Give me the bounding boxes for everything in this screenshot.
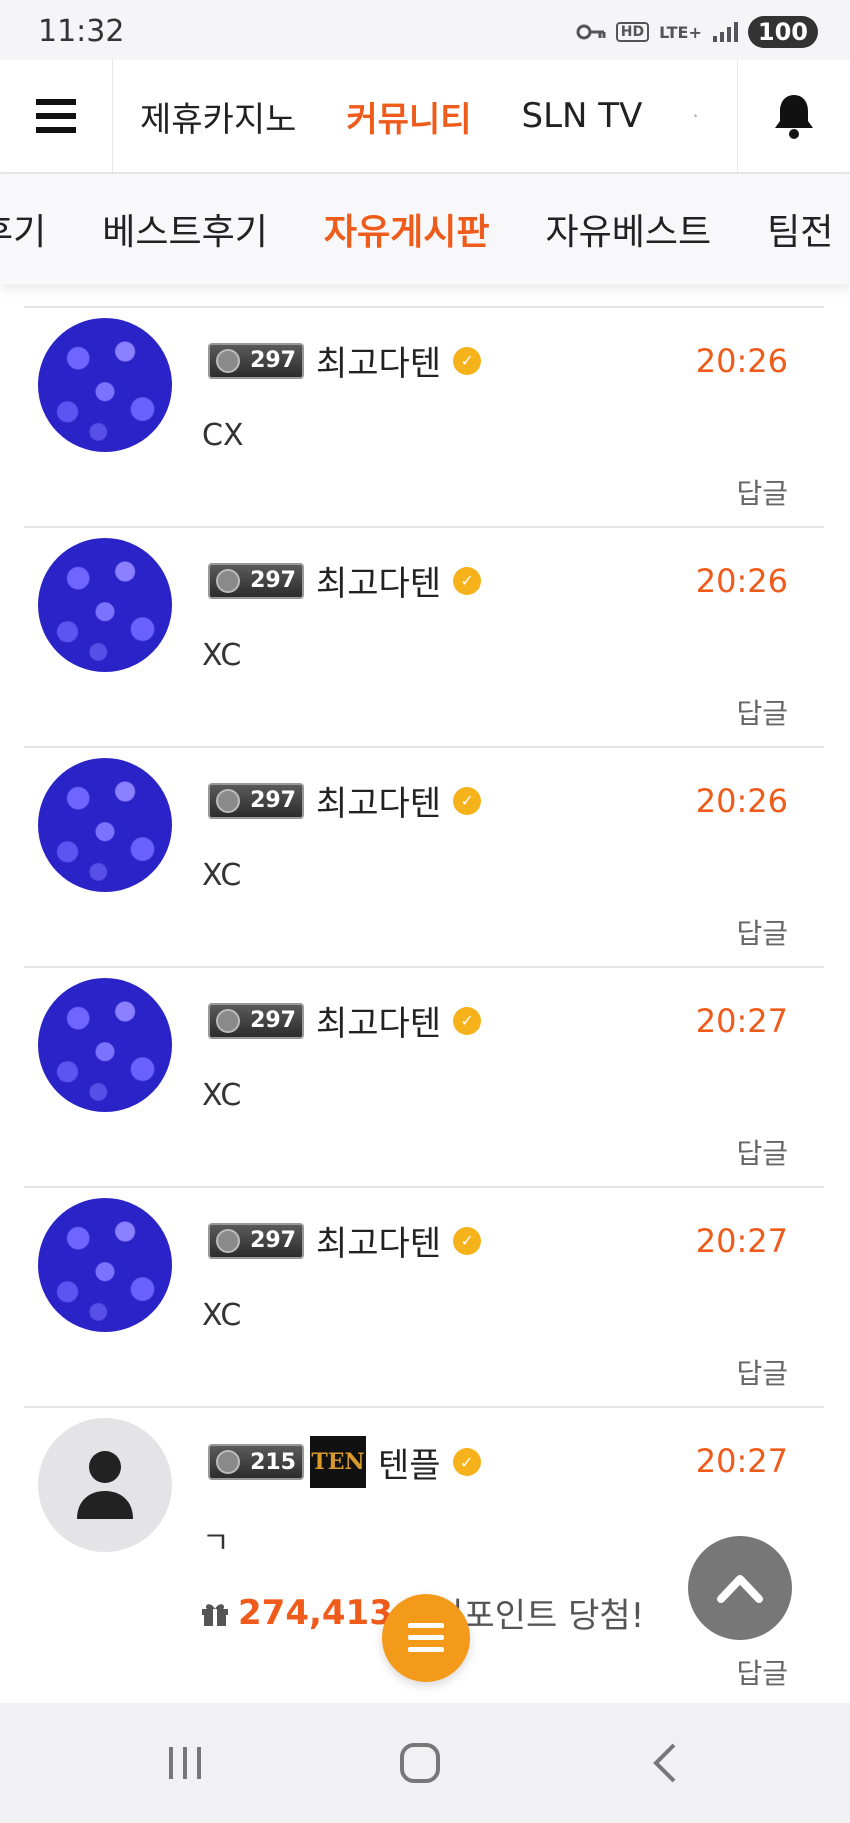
list-icon bbox=[408, 1623, 444, 1652]
nickname[interactable]: 최고다텐 bbox=[316, 556, 441, 605]
reply-button[interactable]: 답글 bbox=[736, 1352, 788, 1392]
nickname[interactable]: 최고다텐 bbox=[316, 1216, 441, 1265]
chevron-up-icon bbox=[717, 1575, 763, 1603]
home-icon bbox=[400, 1743, 440, 1783]
subnav-free-board[interactable]: 자유게시판 bbox=[324, 203, 490, 255]
subnav-free-best[interactable]: 자유베스트 bbox=[545, 203, 711, 255]
level-badge: 297 bbox=[208, 1002, 304, 1039]
nickname[interactable]: 최고다텐 bbox=[316, 996, 441, 1045]
person-icon bbox=[77, 1451, 133, 1519]
comment-meta: 297 최고다텐 ✓ bbox=[208, 776, 482, 825]
reply-button[interactable]: 답글 bbox=[736, 692, 788, 732]
comment-text: XC bbox=[202, 1078, 242, 1113]
avatar[interactable] bbox=[38, 538, 172, 672]
comment-time: 20:27 bbox=[695, 1002, 788, 1040]
level-badge: 215 bbox=[208, 1444, 304, 1480]
level-badge: 297 bbox=[208, 782, 304, 819]
tab-more[interactable]: · bbox=[692, 104, 698, 128]
comment-meta: 215 TEN 텐플 ✓ bbox=[208, 1436, 481, 1488]
tab-community[interactable]: 커뮤니티 bbox=[346, 92, 471, 141]
comment-item: 297 최고다텐 ✓ 20:26 XC 답글 bbox=[24, 746, 824, 966]
ten-logo: TEN bbox=[310, 1436, 366, 1488]
floating-menu-button[interactable] bbox=[382, 1594, 470, 1682]
nickname[interactable]: 최고다텐 bbox=[316, 776, 441, 825]
verified-icon: ✓ bbox=[452, 1448, 481, 1476]
comment-item: 297 최고다텐 ✓ 20:26 XC 답글 bbox=[24, 526, 824, 746]
lte-icon: LTE+ bbox=[659, 22, 702, 42]
comment-text: XC bbox=[202, 858, 242, 893]
comment-text: ㄱ bbox=[202, 1526, 230, 1561]
comment-text: XC bbox=[202, 638, 242, 673]
avatar[interactable] bbox=[38, 758, 172, 892]
hamburger-menu-button[interactable] bbox=[0, 60, 113, 172]
reply-button[interactable]: 답글 bbox=[736, 1132, 788, 1172]
status-icons: HD LTE+ 100 bbox=[576, 16, 818, 48]
comment-time: 20:26 bbox=[695, 342, 788, 380]
comment-list: 297 최고다텐 ✓ 20:26 CX 답글 297 최고다텐 ✓ 20:26 … bbox=[24, 306, 824, 1708]
comment-time: 20:27 bbox=[695, 1222, 788, 1260]
points-number: 274,413 bbox=[238, 1592, 393, 1633]
hd-icon: HD bbox=[615, 22, 650, 42]
subnav-best-reviews[interactable]: 베스트후기 bbox=[102, 203, 268, 255]
battery-icon: 100 bbox=[747, 16, 818, 48]
recent-apps-icon bbox=[169, 1747, 201, 1779]
verified-icon: ✓ bbox=[453, 1006, 482, 1035]
comment-meta: 297 최고다텐 ✓ bbox=[208, 996, 482, 1045]
gift-icon bbox=[202, 1603, 228, 1626]
reply-button[interactable]: 답글 bbox=[736, 472, 788, 512]
comment-item: 297 최고다텐 ✓ 20:26 CX 답글 bbox=[24, 306, 824, 526]
level-badge: 297 bbox=[208, 342, 304, 379]
scroll-top-button[interactable] bbox=[688, 1536, 792, 1640]
level-badge: 297 bbox=[208, 1222, 304, 1259]
subnav-reviews[interactable]: 후기 bbox=[0, 203, 46, 255]
nickname[interactable]: 텐플 bbox=[378, 1438, 441, 1487]
avatar[interactable] bbox=[38, 978, 172, 1112]
status-time: 11:32 bbox=[38, 14, 125, 49]
top-navigation: 제휴카지노 커뮤니티 SLN TV · bbox=[0, 60, 850, 174]
comment-text: XC bbox=[202, 1298, 242, 1333]
comment-time: 20:26 bbox=[695, 782, 788, 820]
comment-item: 297 최고다텐 ✓ 20:27 XC 답글 bbox=[24, 966, 824, 1186]
back-icon bbox=[653, 1743, 676, 1783]
verified-icon: ✓ bbox=[453, 346, 482, 375]
tab-partner-casino[interactable]: 제휴카지노 bbox=[140, 92, 296, 141]
hamburger-icon bbox=[36, 99, 76, 133]
avatar[interactable] bbox=[38, 1418, 172, 1552]
system-navigation-bar bbox=[0, 1703, 850, 1823]
comment-time: 20:27 bbox=[695, 1442, 788, 1480]
nickname[interactable]: 최고다텐 bbox=[316, 336, 441, 385]
top-tabs: 제휴카지노 커뮤니티 SLN TV · bbox=[140, 60, 699, 172]
subnav-team[interactable]: 팀전 bbox=[767, 203, 833, 255]
bell-icon bbox=[775, 95, 813, 139]
comment-meta: 297 최고다텐 ✓ bbox=[208, 336, 482, 385]
signal-icon bbox=[712, 22, 738, 42]
verified-icon: ✓ bbox=[453, 566, 482, 595]
comment-time: 20:26 bbox=[695, 562, 788, 600]
comment-meta: 297 최고다텐 ✓ bbox=[208, 556, 482, 605]
status-bar: 11:32 HD LTE+ 100 bbox=[0, 0, 850, 60]
key-icon bbox=[576, 24, 606, 40]
comment-text: CX bbox=[202, 418, 244, 453]
verified-icon: ✓ bbox=[453, 1226, 482, 1255]
reply-button[interactable]: 답글 bbox=[736, 912, 788, 952]
recent-apps-button[interactable] bbox=[160, 1733, 210, 1793]
comment-item: 297 최고다텐 ✓ 20:27 XC 답글 bbox=[24, 1186, 824, 1406]
comment-meta: 297 최고다텐 ✓ bbox=[208, 1216, 482, 1265]
board-subnav: 후기 베스트후기 자유게시판 자유베스트 팀전 bbox=[0, 174, 850, 284]
tab-sln-tv[interactable]: SLN TV bbox=[522, 96, 643, 136]
notification-button[interactable] bbox=[737, 60, 850, 172]
back-button[interactable] bbox=[640, 1733, 690, 1793]
avatar[interactable] bbox=[38, 1198, 172, 1332]
level-badge: 297 bbox=[208, 562, 304, 599]
avatar[interactable] bbox=[38, 318, 172, 452]
reply-button[interactable]: 답글 bbox=[736, 1652, 788, 1692]
home-button[interactable] bbox=[395, 1733, 445, 1793]
verified-icon: ✓ bbox=[453, 786, 482, 815]
